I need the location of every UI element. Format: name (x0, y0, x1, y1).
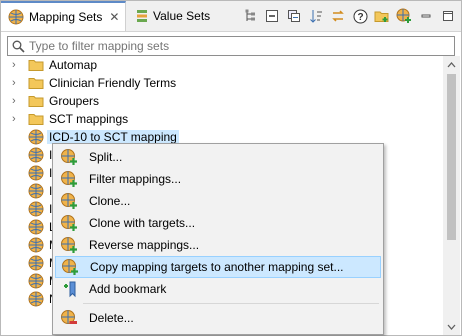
scroll-up-arrow-icon[interactable] (443, 56, 460, 73)
globe-add-icon (59, 214, 79, 232)
tree-item-clinician-friendly-terms[interactable]: › Clinician Friendly Terms (1, 74, 441, 92)
globe-add-icon (59, 192, 79, 210)
globe-icon (28, 165, 44, 181)
tree-item-automap[interactable]: › Automap (1, 56, 441, 74)
globe-icon (8, 9, 24, 25)
globe-icon (28, 291, 44, 307)
value-sets-icon (136, 8, 148, 24)
folder-icon (28, 112, 44, 126)
globe-add-icon (59, 170, 79, 188)
view-toolbar: ? (241, 7, 457, 25)
menu-item-copy-mapping-targets[interactable]: Copy mapping targets to another mapping … (55, 256, 381, 278)
collapse-all-icon[interactable] (263, 7, 281, 25)
tab-value-sets-label: Value Sets (153, 9, 211, 23)
menu-item-label: Add bookmark (89, 282, 167, 296)
link-editor-icon[interactable] (285, 7, 303, 25)
globe-icon (28, 201, 44, 217)
tree-item-label: ICD-10 to SCT mapping (47, 130, 179, 144)
menu-item-label: Delete... (89, 311, 134, 325)
folder-icon (28, 94, 44, 108)
menu-item-add-bookmark[interactable]: Add bookmark (55, 278, 381, 300)
globe-icon (28, 129, 44, 145)
tree-item-label: Clinician Friendly Terms (49, 76, 177, 90)
tree-item-label: Groupers (49, 94, 100, 108)
menu-item-delete[interactable]: Delete... (55, 307, 381, 329)
svg-text:?: ? (357, 12, 363, 23)
maximize-icon[interactable] (439, 7, 457, 25)
menu-item-clone-with-targets[interactable]: Clone with targets... (55, 212, 381, 234)
tree-item-sct-mappings[interactable]: › SCT mappings (1, 110, 441, 128)
filter-box (7, 36, 455, 56)
tab-mapping-sets-label: Mapping Sets (29, 10, 103, 24)
menu-item-label: Reverse mappings... (89, 238, 200, 252)
globe-icon (28, 183, 44, 199)
tab-mapping-sets[interactable]: Mapping Sets ✕ (1, 1, 126, 31)
menu-item-label: Filter mappings... (89, 172, 182, 186)
menu-item-clone[interactable]: Clone... (55, 190, 381, 212)
sort-icon[interactable] (307, 7, 325, 25)
menu-item-label: Copy mapping targets to another mapping … (90, 260, 344, 274)
globe-delete-icon (59, 309, 79, 327)
tree-item-label: SCT mappings (49, 112, 129, 126)
chevron-right-icon[interactable]: › (12, 77, 22, 89)
mapping-sets-view: Mapping Sets ✕ Value Sets ? Type to filt… (0, 0, 462, 336)
globe-add-icon (60, 258, 80, 276)
folder-icon (28, 58, 44, 72)
tab-value-sets[interactable]: Value Sets (129, 1, 217, 31)
search-icon (12, 40, 25, 53)
chevron-right-icon[interactable]: › (12, 95, 22, 107)
globe-icon (28, 237, 44, 253)
help-icon[interactable]: ? (351, 7, 369, 25)
tree-item-groupers[interactable]: › Groupers (1, 92, 441, 110)
tab-bar: Mapping Sets ✕ Value Sets ? (1, 1, 461, 32)
menu-separator (83, 303, 379, 304)
scrollbar-thumb[interactable] (447, 74, 456, 240)
scroll-down-arrow-icon[interactable] (443, 318, 460, 335)
filter-input[interactable] (29, 39, 429, 53)
tree-item-label: Automap (49, 58, 98, 72)
globe-icon (28, 147, 44, 163)
chevron-right-icon[interactable]: › (12, 113, 22, 125)
swap-icon[interactable] (329, 7, 347, 25)
menu-item-label: Split... (89, 150, 123, 164)
menu-item-filter-mappings[interactable]: Filter mappings... (55, 168, 381, 190)
folder-icon (28, 76, 44, 90)
menu-item-split[interactable]: Split... (55, 146, 381, 168)
globe-add-icon (59, 148, 79, 166)
globe-add-icon (59, 236, 79, 254)
menu-item-label: Clone... (89, 194, 131, 208)
globe-icon (28, 255, 44, 271)
context-menu: Split... Filter mappings... Clone... Clo… (52, 143, 384, 335)
minimize-icon[interactable] (417, 7, 435, 25)
menu-item-label: Clone with targets... (89, 216, 196, 230)
chevron-right-icon[interactable]: › (12, 59, 22, 71)
hierarchy-icon[interactable] (241, 7, 259, 25)
globe-icon (28, 219, 44, 235)
globe-icon (28, 273, 44, 289)
vertical-scrollbar[interactable] (443, 56, 460, 335)
close-icon[interactable]: ✕ (109, 10, 119, 24)
menu-item-reverse-mappings[interactable]: Reverse mappings... (55, 234, 381, 256)
folder-add-icon[interactable] (373, 7, 391, 25)
globe-add-icon[interactable] (395, 7, 413, 25)
bookmark-add-icon (59, 280, 79, 298)
